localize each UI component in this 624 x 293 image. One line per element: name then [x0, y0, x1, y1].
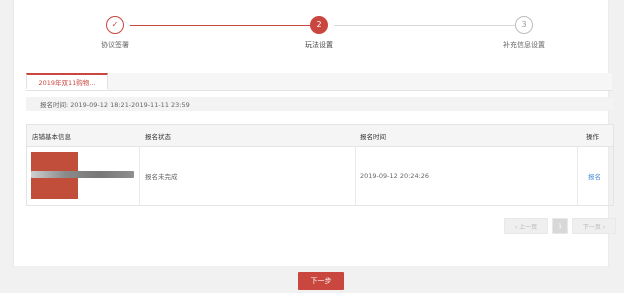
- registration-time-text: 报名时间: 2019-09-12 18:21-2019-11-11 23:59: [40, 101, 190, 109]
- register-link[interactable]: 报名: [588, 146, 601, 206]
- progress-stepper: ✓ 协议签署 2 玩法设置 3 补充信息设置: [14, 0, 608, 60]
- page-number-current[interactable]: 1: [552, 218, 568, 234]
- column-header-store-info: 店铺基本信息: [32, 132, 71, 141]
- column-header-status: 报名状态: [145, 132, 171, 141]
- store-name-redacted: [31, 171, 134, 178]
- next-page-button[interactable]: 下一页 ›: [572, 218, 616, 234]
- column-header-time: 报名时间: [360, 132, 386, 141]
- column-header-action: 操作: [586, 132, 599, 141]
- registration-status: 报名未完成: [145, 173, 178, 181]
- table-header: 店铺基本信息 报名状态 报名时间 操作: [27, 125, 613, 147]
- prev-page-button[interactable]: ‹ 上一页: [504, 218, 548, 234]
- step-number: 3: [515, 16, 533, 34]
- step-agreement: ✓ 协议签署: [45, 16, 185, 50]
- step-gameplay-settings: 2 玩法设置: [249, 16, 389, 50]
- step-extra-info: 3 补充信息设置: [454, 16, 594, 50]
- table-row: 报名未完成 2019-09-12 20:24:26 报名: [27, 146, 613, 206]
- step-label: 补充信息设置: [503, 41, 545, 49]
- step-label: 协议签署: [101, 41, 129, 49]
- content-card: ✓ 协议签署 2 玩法设置 3 补充信息设置 2019年双11购物... 报名时…: [14, 0, 616, 267]
- tab-bar-background: [108, 73, 612, 90]
- tab-bar: 2019年双11购物...: [26, 73, 612, 91]
- registration-time: 2019-09-12 20:24:26: [360, 172, 430, 180]
- tab-double11[interactable]: 2019年双11购物...: [26, 73, 108, 89]
- checkmark-icon: ✓: [106, 16, 124, 34]
- column-divider: [577, 146, 578, 206]
- step-label: 玩法设置: [305, 41, 333, 49]
- column-divider: [355, 146, 356, 206]
- store-table: 店铺基本信息 报名状态 报名时间 操作 报名未完成 2019-09-12 20:…: [26, 124, 614, 206]
- registration-time-bar: 报名时间: 2019-09-12 18:21-2019-11-11 23:59: [26, 97, 614, 111]
- next-step-button[interactable]: 下一步: [298, 272, 344, 290]
- step-number: 2: [310, 16, 328, 34]
- column-divider: [139, 146, 140, 206]
